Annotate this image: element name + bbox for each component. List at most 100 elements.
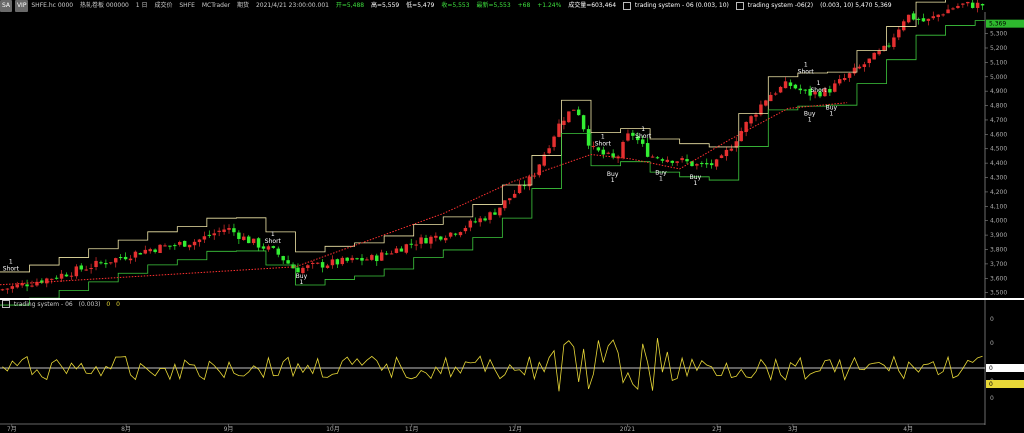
candle [483,218,487,221]
candle [798,88,803,91]
y-tick-label: 4,700 [990,117,1007,124]
candle [660,159,665,161]
oscillator-line [2,337,983,392]
subpanel-value-label: 0 [989,365,993,372]
candle [178,242,182,245]
y-tick-label: 4,500 [990,146,1007,153]
candle [517,184,522,194]
price-chart[interactable]: 5,300 5,200 5,100 5,000 4,900 4,800 4,700 4,600… [0,0,1024,433]
candle [335,259,340,265]
candle [128,258,133,261]
y-tick-label: 4,200 [990,189,1007,196]
upper-band-line [0,0,946,273]
candle [478,218,482,223]
candle [695,164,699,166]
candle [493,212,497,215]
candle [847,73,852,78]
candle [173,245,177,247]
candle [296,267,300,273]
candle [606,152,610,154]
candle [631,132,635,136]
candle [951,8,955,10]
candle [320,262,325,268]
y-tick-label: 4,100 [990,203,1007,210]
short-signal-label: Short [798,68,815,75]
candle [842,77,847,81]
candle [586,129,591,146]
candle [163,245,167,247]
signal-count: 1 [808,116,812,123]
candle [439,236,443,240]
candle [266,246,271,250]
candle [537,164,542,176]
subpanel-value-label: 0 [989,381,993,388]
x-tick-label: 12月 [508,426,522,433]
candle [168,245,172,247]
candle [665,159,670,162]
candle [498,207,502,216]
buy-signal-label: Buy [690,174,702,181]
signal-count: 1 [817,80,821,87]
candle [892,37,896,47]
candle [276,248,280,255]
candle [30,285,34,287]
x-tick-label: 11月 [405,426,419,433]
y-tick-label: 3,700 [990,261,1007,268]
candle [788,82,793,86]
candle [187,244,192,248]
candle [10,286,15,289]
close-icon[interactable] [2,300,10,308]
candle [705,163,709,165]
candle [857,66,862,69]
candle [931,16,936,19]
candle [197,239,202,243]
candle [355,258,359,260]
candle [25,284,29,287]
subpanel-title[interactable]: trading system - 06 [14,301,73,308]
candle [906,14,911,23]
subpanel-params: (0.003) [78,300,101,308]
x-tick-label: 10月 [326,426,340,433]
candle [271,246,276,248]
signal-count: 1 [804,61,808,68]
candle [207,234,212,236]
signal-count: 1 [829,111,833,118]
candle [74,266,79,277]
signal-count: 1 [9,259,13,266]
candle [783,81,788,89]
candle [764,100,768,106]
candle [404,244,409,253]
candle [104,263,108,265]
candle [434,235,438,238]
candle [468,220,473,228]
candle [217,230,221,232]
candle [399,248,404,252]
signal-count: 1 [271,231,275,238]
candle [222,229,226,232]
candle [714,159,719,167]
x-tick-label: 7月 [7,426,17,433]
candle [350,257,354,261]
candle [852,67,857,74]
candle [227,228,231,230]
candle [118,257,123,259]
candle [975,2,980,8]
y-tick-label: 4,000 [990,218,1007,225]
candle [370,255,374,260]
candle [601,149,606,155]
candle [872,52,876,60]
candle [409,243,413,245]
candle [897,29,901,38]
candle [645,143,650,157]
candle [45,278,49,284]
panel-divider[interactable] [0,298,1024,300]
candle [532,175,537,177]
x-tick-label: 2021 [620,426,635,433]
price-badge-label: 5,369 [989,21,1006,28]
candle [700,163,704,165]
candle [508,198,512,201]
y-tick-label: 5,200 [990,45,1007,52]
candle [79,265,83,270]
subpanel-axis-label: 0 [990,316,994,323]
buy-signal-label: Buy [607,171,619,178]
